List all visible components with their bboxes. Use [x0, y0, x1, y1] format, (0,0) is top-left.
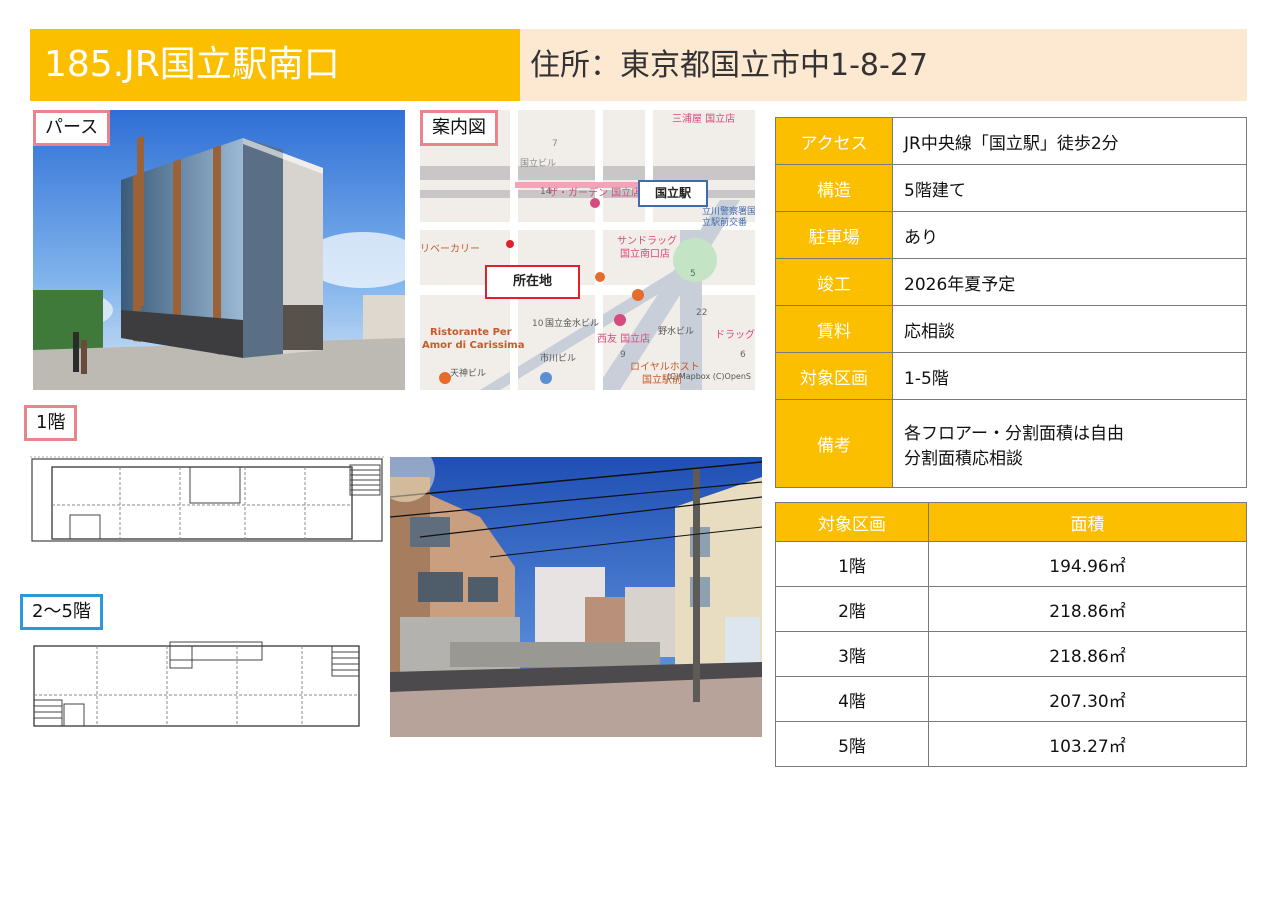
- area-table: 対象区画 面積 1階 194.96㎡ 2階 218.86㎡ 3階 218.86㎡ 4階…: [775, 502, 1247, 767]
- floor-cell: 1階: [775, 541, 929, 587]
- map-label: 案内図: [420, 110, 498, 146]
- info-label: 備考: [775, 399, 893, 488]
- location-marker-icon: [506, 240, 514, 248]
- map-place-label: リベーカリー: [420, 243, 480, 255]
- table-row: 3階 218.86㎡: [775, 631, 1247, 677]
- info-label: アクセス: [775, 117, 893, 165]
- info-label: 賃料: [775, 305, 893, 353]
- map-place-label: 野水ビル: [658, 325, 694, 337]
- info-value: 1-5階: [892, 352, 1247, 400]
- notes-line-1: 各フロアー・分割面積は自由: [904, 423, 1124, 444]
- map-place-label: 三浦屋 国立店: [672, 112, 735, 125]
- map-place-label: サンドラッグ: [617, 234, 677, 247]
- floor-cell: 4階: [775, 676, 929, 722]
- map-place-label: 国立南口店: [620, 247, 670, 260]
- map-place-label: 西友 国立店: [597, 332, 650, 345]
- floor2-5-plan-image: [22, 640, 374, 730]
- map-number: 22: [696, 308, 707, 318]
- table-row: 対象区画 1-5階: [775, 352, 1247, 400]
- table-row: 賃料 応相談: [775, 305, 1247, 353]
- map-number: 6: [740, 350, 746, 360]
- info-value: JR中央線「国立駅」徒歩2分: [892, 117, 1247, 165]
- map-number: 14: [540, 187, 552, 197]
- map-poi-icon: [632, 289, 644, 301]
- info-label: 駐車場: [775, 211, 893, 259]
- table-row: 1階 194.96㎡: [775, 541, 1247, 587]
- info-value: 5階建て: [892, 164, 1247, 212]
- table-row: 4階 207.30㎡: [775, 676, 1247, 722]
- column-header-floor: 対象区画: [775, 502, 929, 542]
- map-poi-icon: [540, 372, 552, 384]
- map-number: 5: [690, 269, 696, 279]
- perspective-image: [33, 110, 405, 390]
- table-row: 駐車場 あり: [775, 211, 1247, 259]
- map-place-label: 国立ビル: [520, 157, 556, 169]
- table-row: 備考 各フロアー・分割面積は自由 分割面積応相談: [775, 399, 1247, 488]
- floor2-5-label: 2〜5階: [20, 594, 103, 630]
- map-place-label: ドラッグ・: [715, 328, 755, 341]
- table-row: 構造 5階建て: [775, 164, 1247, 212]
- site-photo: [390, 457, 762, 737]
- perspective-label: パース: [33, 110, 111, 146]
- area-cell: 218.86㎡: [928, 631, 1247, 677]
- map-copyright: (C)Mapbox (C)OpenS: [667, 372, 751, 381]
- map-place-label: 立川警察署国: [702, 205, 755, 217]
- map-number: 7: [552, 139, 558, 149]
- table-row: 2階 218.86㎡: [775, 586, 1247, 632]
- info-label: 対象区画: [775, 352, 893, 400]
- info-value-notes: 各フロアー・分割面積は自由 分割面積応相談: [892, 399, 1247, 488]
- table-row: アクセス JR中央線「国立駅」徒歩2分: [775, 117, 1247, 165]
- table-header-row: 対象区画 面積: [775, 502, 1247, 542]
- column-header-area: 面積: [928, 502, 1247, 542]
- area-cell: 103.27㎡: [928, 721, 1247, 767]
- map-place-label: 立駅前交番: [702, 216, 747, 228]
- notes-line-2: 分割面積応相談: [904, 448, 1023, 469]
- station-label: 国立駅: [638, 180, 708, 207]
- page-title: 185.JR国立駅南口: [44, 44, 340, 85]
- map-place-label: ザ・ガーデン 国立店: [548, 186, 641, 199]
- table-row: 5階 103.27㎡: [775, 721, 1247, 767]
- map-number: 10: [532, 319, 544, 329]
- area-cell: 207.30㎡: [928, 676, 1247, 722]
- map-poi-icon: [590, 198, 600, 208]
- table-row: 竣工 2026年夏予定: [775, 258, 1247, 306]
- floor-cell: 5階: [775, 721, 929, 767]
- info-label: 構造: [775, 164, 893, 212]
- map-number: 9: [620, 350, 626, 360]
- floor-cell: 3階: [775, 631, 929, 677]
- map-place-label: 天神ビル: [450, 367, 486, 379]
- area-cell: 194.96㎡: [928, 541, 1247, 587]
- info-value: あり: [892, 211, 1247, 259]
- property-info-table: アクセス JR中央線「国立駅」徒歩2分 構造 5階建て 駐車場 あり 竣工 2026年夏…: [775, 117, 1247, 488]
- map-place-label: 市川ビル: [540, 352, 576, 364]
- address-text: 住所：東京都国立市中1-8-27: [530, 48, 928, 83]
- info-value: 2026年夏予定: [892, 258, 1247, 306]
- map-poi-icon: [439, 372, 451, 384]
- area-cell: 218.86㎡: [928, 586, 1247, 632]
- map-place-label: Ristorante Per: [430, 327, 512, 338]
- floor1-label: 1階: [24, 405, 78, 441]
- info-value: 応相談: [892, 305, 1247, 353]
- floor1-plan-image: [30, 455, 385, 545]
- info-label: 竣工: [775, 258, 893, 306]
- map-poi-icon: [595, 272, 605, 282]
- floor-cell: 2階: [775, 586, 929, 632]
- map-place-label: Amor di Carissima: [422, 340, 524, 351]
- map-poi-icon: [614, 314, 626, 326]
- location-map[interactable]: 三浦屋 国立店 ザ・ガーデン 国立店 立川警察署国 立駅前交番 サンドラッグ 国…: [420, 110, 755, 390]
- map-place-label: 国立金水ビル: [545, 317, 599, 329]
- location-callout: 所在地: [485, 265, 580, 299]
